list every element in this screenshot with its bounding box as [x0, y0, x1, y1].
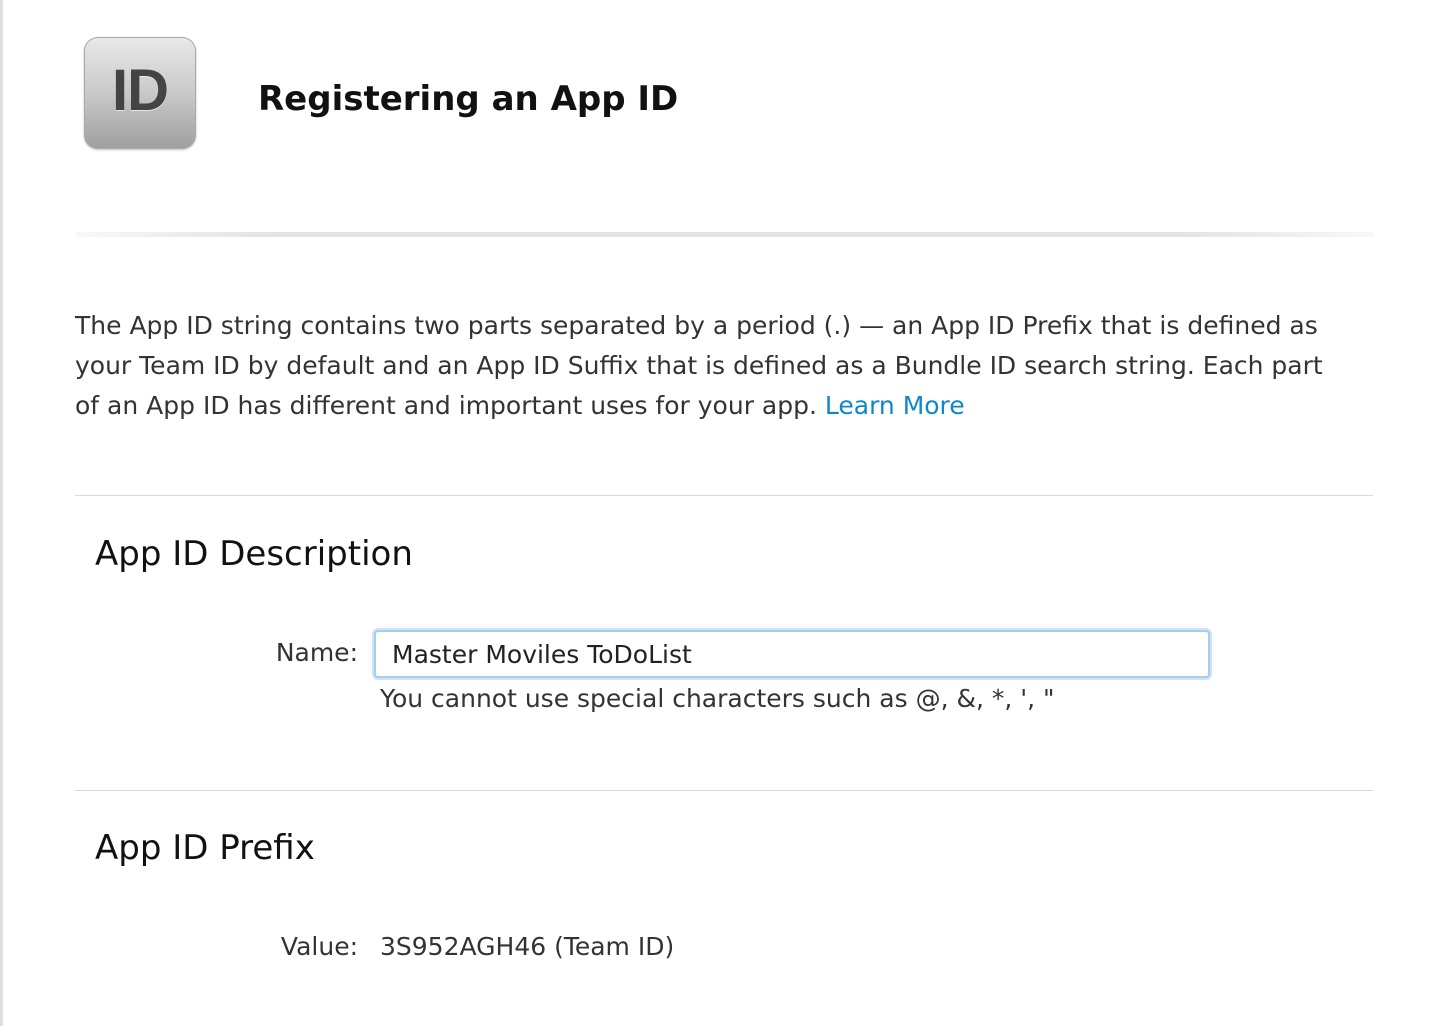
value-label: Value:	[280, 932, 358, 961]
name-input[interactable]	[374, 630, 1210, 678]
window-left-edge	[0, 0, 3, 1026]
section-divider-description	[75, 495, 1373, 496]
app-id-description-heading: App ID Description	[95, 534, 413, 574]
section-divider-prefix	[75, 790, 1373, 791]
header-divider	[75, 232, 1375, 237]
intro-paragraph: The App ID string contains two parts sep…	[75, 306, 1335, 426]
app-id-icon-text: ID	[112, 57, 169, 123]
page-title: Registering an App ID	[258, 79, 679, 119]
app-id-icon: ID	[84, 37, 196, 149]
name-hint-text: You cannot use special characters such a…	[380, 684, 1055, 713]
team-id-value: 3S952AGH46 (Team ID)	[380, 932, 675, 961]
learn-more-link[interactable]: Learn More	[825, 391, 965, 420]
page-header: ID Registering an App ID	[84, 37, 1384, 157]
app-id-prefix-heading: App ID Prefix	[95, 828, 315, 868]
name-label: Name:	[275, 638, 358, 667]
intro-text: The App ID string contains two parts sep…	[75, 311, 1323, 420]
